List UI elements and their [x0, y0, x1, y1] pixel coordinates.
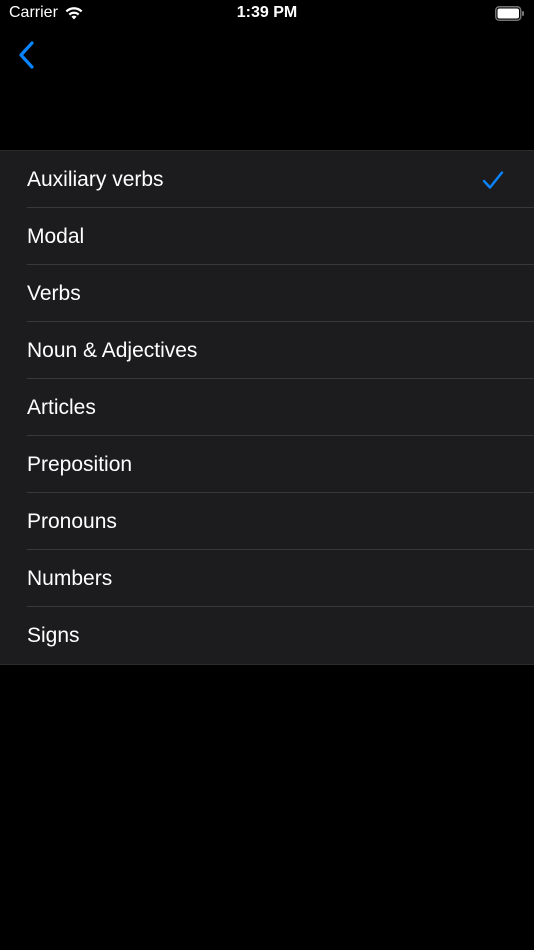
list-item-label: Auxiliary verbs [27, 167, 164, 191]
checkmark-icon [482, 170, 504, 189]
list-item-label: Signs [27, 623, 80, 647]
list-item-label: Modal [27, 224, 85, 248]
list-item-numbers[interactable]: Numbers [0, 550, 534, 607]
list-item-preposition[interactable]: Preposition [0, 436, 534, 493]
status-bar: Carrier 1:39 PM [0, 0, 534, 30]
list-item-label: Verbs [27, 281, 81, 305]
status-time: 1:39 PM [236, 4, 298, 21]
list-item-verbs[interactable]: Verbs [0, 265, 534, 322]
list-item-label: Articles [27, 395, 96, 419]
list-item-noun-adjectives[interactable]: Noun & Adjectives [0, 322, 534, 379]
list-item-articles[interactable]: Articles [0, 379, 534, 436]
battery-icon [495, 6, 524, 21]
list-item-auxiliary-verbs[interactable]: Auxiliary verbs [0, 151, 534, 208]
list-item-signs[interactable]: Signs [0, 607, 534, 664]
list-item-modal[interactable]: Modal [0, 208, 534, 265]
list-item-label: Preposition [27, 452, 133, 476]
list-item-label: Numbers [27, 566, 113, 590]
list-item-label: Pronouns [27, 509, 117, 533]
navigation-bar [0, 30, 534, 80]
list-item-pronouns[interactable]: Pronouns [0, 493, 534, 550]
category-list: Auxiliary verbs Modal Verbs Noun & Adjec… [0, 150, 534, 665]
chevron-left-icon [19, 41, 34, 69]
back-button[interactable] [12, 38, 40, 72]
list-item-label: Noun & Adjectives [27, 338, 198, 362]
